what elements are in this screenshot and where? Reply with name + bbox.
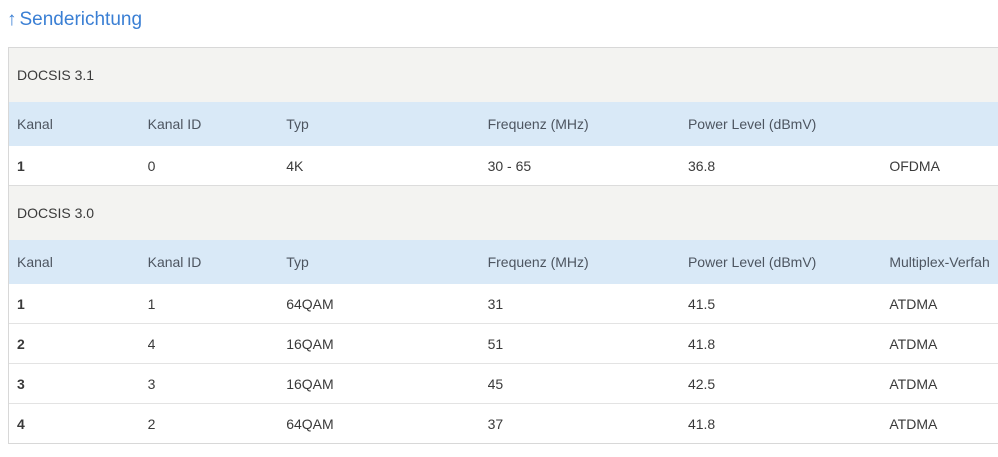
docsis30-header-row: Kanal Kanal ID Typ Frequenz (MHz) Power …	[9, 240, 998, 284]
header-typ: Typ	[286, 254, 309, 270]
header-kanal: Kanal	[17, 254, 53, 270]
table-row: 1 1 64QAM 31 41.5 ATDMA	[9, 284, 998, 323]
cell-multiplex: ATDMA	[889, 295, 938, 312]
cell-frequenz: 45	[487, 375, 504, 392]
header-frequenz: Frequenz (MHz)	[487, 116, 589, 132]
cell-power-level: 41.5	[687, 295, 716, 312]
cell-power-level: 41.8	[687, 335, 716, 352]
header-power-level: Power Level (dBmV)	[687, 254, 817, 270]
cell-typ: 16QAM	[286, 335, 334, 352]
cell-kanal: 3	[17, 375, 25, 392]
cell-typ: 4K	[286, 157, 304, 174]
cell-typ: 64QAM	[286, 295, 334, 312]
cell-typ: 16QAM	[286, 375, 334, 392]
upstream-page: ↑ Senderichtung DOCSIS 3.1 Kanal Kanal I…	[0, 0, 998, 457]
cell-kanal: 1	[17, 157, 25, 174]
cell-multiplex: ATDMA	[889, 375, 938, 392]
cell-kanal: 4	[17, 415, 25, 432]
header-kanal-id: Kanal ID	[147, 254, 202, 270]
cell-typ: 64QAM	[286, 415, 334, 432]
senderichtung-link[interactable]: ↑ Senderichtung	[7, 7, 142, 33]
cell-kanal-id: 3	[147, 375, 156, 392]
upstream-table: DOCSIS 3.1 Kanal Kanal ID Typ Frequenz (…	[8, 47, 998, 444]
header-multiplex: Multiplex-Verfah	[889, 254, 990, 270]
docsis30-title: DOCSIS 3.0	[9, 185, 998, 240]
docsis31-title: DOCSIS 3.1	[9, 48, 998, 102]
cell-kanal-id: 0	[147, 157, 156, 174]
cell-multiplex: ATDMA	[889, 335, 938, 352]
arrow-up-icon: ↑	[7, 9, 17, 30]
header-kanal: Kanal	[17, 116, 53, 132]
cell-frequenz: 31	[487, 295, 504, 312]
cell-frequenz: 30 - 65	[487, 157, 532, 174]
senderichtung-label: Senderichtung	[19, 9, 143, 30]
cell-kanal: 1	[17, 295, 25, 312]
header-typ: Typ	[286, 116, 309, 132]
header-power-level: Power Level (dBmV)	[687, 116, 817, 132]
header-frequenz: Frequenz (MHz)	[487, 254, 589, 270]
cell-multiplex: OFDMA	[889, 157, 940, 174]
cell-kanal-id: 2	[147, 415, 156, 432]
cell-power-level: 36.8	[687, 157, 716, 174]
cell-kanal: 2	[17, 335, 25, 352]
cell-frequenz: 37	[487, 415, 504, 432]
cell-kanal-id: 4	[147, 335, 156, 352]
table-row: 3 3 16QAM 45 42.5 ATDMA	[9, 363, 998, 403]
cell-frequenz: 51	[487, 335, 504, 352]
table-row: 4 2 64QAM 37 41.8 ATDMA	[9, 403, 998, 443]
cell-kanal-id: 1	[147, 295, 156, 312]
table-row: 2 4 16QAM 51 41.8 ATDMA	[9, 323, 998, 363]
cell-multiplex: ATDMA	[889, 415, 938, 432]
table-row: 1 0 4K 30 - 65 36.8 OFDMA	[9, 146, 998, 185]
cell-power-level: 41.8	[687, 415, 716, 432]
docsis31-header-row: Kanal Kanal ID Typ Frequenz (MHz) Power …	[9, 102, 998, 146]
header-kanal-id: Kanal ID	[147, 116, 202, 132]
cell-power-level: 42.5	[687, 375, 716, 392]
